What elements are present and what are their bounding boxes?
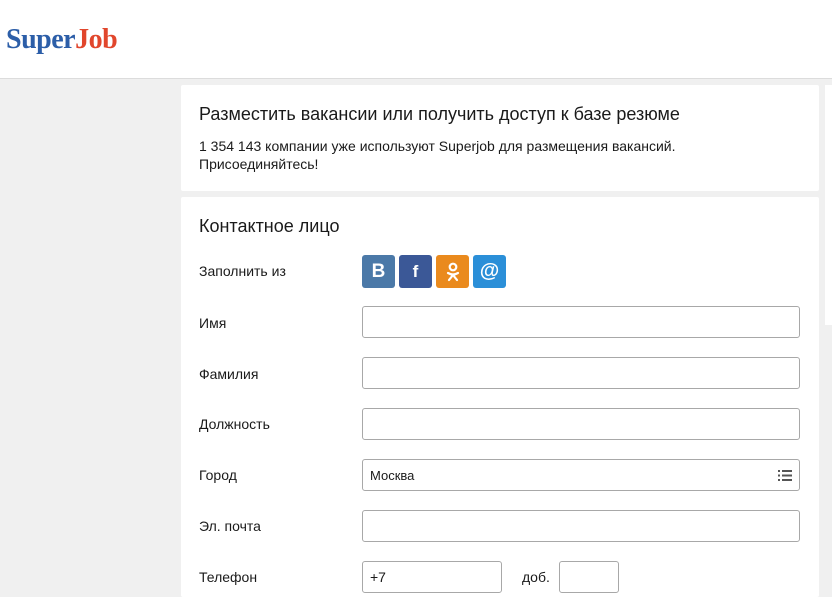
odnoklassniki-button[interactable] [436,255,469,288]
promo-card: Разместить вакансии или получить доступ … [181,85,819,191]
promo-text: 1 354 143 компании уже используют Superj… [199,138,676,172]
city-value: Москва [370,467,415,483]
contact-form-card: Контактное лицо Заполнить из В f @ Имя Ф… [181,197,819,597]
side-panel [825,85,832,325]
city-select[interactable]: Москва [362,459,800,491]
first-name-label: Имя [199,315,227,331]
mail-ru-icon: @ [479,260,500,282]
position-input[interactable] [362,408,800,440]
phone-label: Телефон [199,569,258,585]
position-label: Должность [199,416,270,432]
vk-icon: В [371,260,386,282]
first-name-input[interactable] [362,306,800,338]
site-header: SuperJob [0,0,832,79]
odnoklassniki-icon [446,262,459,281]
last-name-input[interactable] [362,357,800,389]
last-name-label: Фамилия [199,366,259,382]
facebook-icon: f [412,261,419,281]
facebook-button[interactable]: f [399,255,432,288]
phone-ext-input[interactable] [559,561,619,593]
email-input[interactable] [362,510,800,542]
list-icon[interactable] [778,469,792,482]
phone-ext-label: доб. [522,569,550,585]
mail-ru-button[interactable]: @ [473,255,506,288]
email-label: Эл. почта [199,518,261,534]
vk-button[interactable]: В [362,255,395,288]
form-title: Контактное лицо [199,216,340,236]
phone-input[interactable] [362,561,502,593]
city-label: Город [199,467,237,483]
superjob-logo[interactable]: SuperJob [6,24,118,56]
promo-title: Разместить вакансии или получить доступ … [199,104,680,124]
fill-from-label: Заполнить из [199,263,286,279]
